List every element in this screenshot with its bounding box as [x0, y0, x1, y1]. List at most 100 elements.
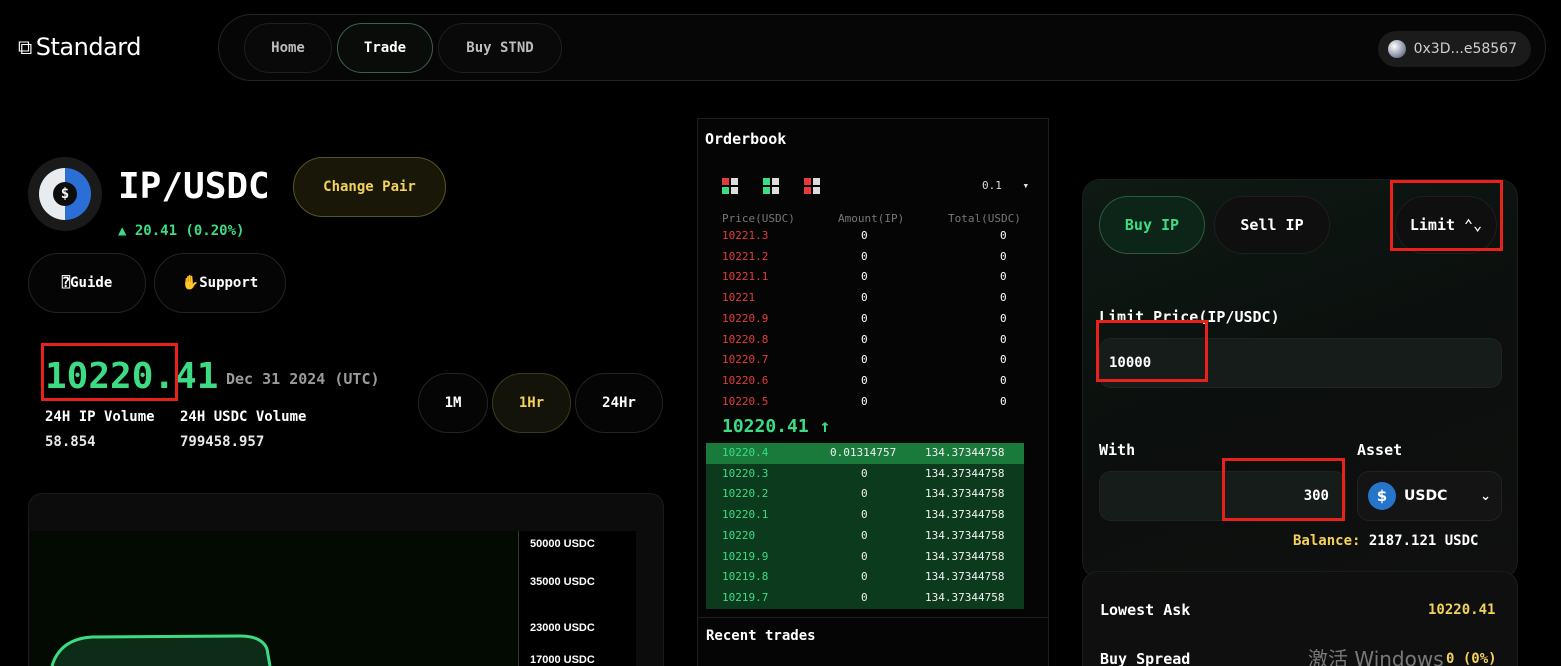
bid-amount: 0	[861, 590, 868, 604]
ask-row[interactable]: 10221.2 0 0	[706, 247, 1024, 268]
ask-row[interactable]: 10221.1 0 0	[706, 267, 1024, 288]
bid-row[interactable]: 10220.2 0 134.37344758	[706, 484, 1024, 506]
timeframe-1hr[interactable]: 1Hr	[492, 373, 571, 433]
with-amount-value: 300	[1303, 488, 1329, 504]
bid-price: 10219.7	[722, 590, 769, 604]
recent-trades-title: Recent trades	[706, 628, 816, 644]
price-chart-area[interactable]	[30, 531, 518, 666]
ask-amount: 0	[861, 353, 868, 367]
ask-amount: 0	[861, 394, 868, 408]
decimals-select[interactable]: 0.1 ▾	[982, 179, 1029, 192]
bid-total: 134.37344758	[925, 508, 1005, 522]
bid-row[interactable]: 10220 0 134.37344758	[706, 525, 1024, 547]
ask-row[interactable]: 10221.3 0 0	[706, 226, 1024, 247]
caret-down-icon: ▾	[1022, 179, 1030, 192]
chart-y-axis: 50000 USDC 35000 USDC 23000 USDC 17000 U…	[518, 531, 636, 666]
ask-amount: 0	[861, 311, 868, 325]
balance-row: Balance: 2187.121 USDC	[1293, 533, 1478, 549]
ask-amount: 0	[861, 270, 868, 284]
top-navbar: Home Trade Buy STND 0x3D...e58567	[218, 14, 1546, 81]
ask-price: 10220.9	[722, 311, 769, 325]
bid-price: 10220.4	[722, 446, 769, 459]
nav-trade[interactable]: Trade	[337, 23, 433, 73]
ask-price: 10221.3	[722, 229, 769, 242]
change-pair-button[interactable]: Change Pair	[293, 157, 446, 217]
bid-price: 10220.2	[722, 487, 769, 501]
bid-amount: 0.01314757	[830, 446, 897, 459]
price-date: Dec 31 2024 (UTC)	[226, 370, 380, 388]
ip-token-icon: $	[28, 157, 102, 231]
bid-row[interactable]: 10219.9 0 134.37344758	[706, 546, 1024, 568]
bid-total: 134.37344758	[925, 487, 1005, 501]
buy-tab[interactable]: Buy IP	[1099, 196, 1205, 254]
sell-tab[interactable]: Sell IP	[1214, 196, 1330, 254]
orderbook-title: Orderbook	[705, 130, 787, 148]
limit-price-value: 10000	[1109, 355, 1152, 371]
bid-total: 134.37344758	[925, 549, 1005, 563]
order-type-select[interactable]: Limit ⌃⌄	[1395, 196, 1497, 254]
bid-amount: 0	[861, 508, 868, 522]
guide-button[interactable]: ⍰Guide	[28, 253, 146, 313]
ask-row[interactable]: 10220.6 0 0	[706, 371, 1024, 392]
bid-price: 10219.8	[722, 570, 769, 584]
with-amount-input[interactable]: 300	[1099, 471, 1346, 521]
bid-total: 134.37344758	[925, 466, 1005, 480]
wallet-button[interactable]: 0x3D...e58567	[1377, 31, 1531, 67]
support-button[interactable]: ✋Support	[154, 253, 286, 313]
ask-price: 10220.5	[722, 394, 769, 408]
ask-row[interactable]: 10220.8 0 0	[706, 330, 1024, 351]
decimals-value: 0.1	[982, 179, 1002, 192]
ob-header-price: Price(USDC)	[722, 212, 795, 225]
price-line	[50, 634, 272, 666]
bid-total: 134.37344758	[925, 528, 1005, 542]
ask-total: 0	[1000, 291, 1007, 305]
buy-spread-label: Buy Spread	[1100, 650, 1191, 666]
ask-total: 0	[1000, 311, 1007, 325]
bid-amount: 0	[861, 487, 868, 501]
limit-price-input[interactable]: 10000	[1099, 338, 1502, 388]
bid-price: 10220.1	[722, 508, 769, 522]
bid-row[interactable]: 10220.1 0 134.37344758	[706, 505, 1024, 527]
bid-row[interactable]: 10219.7 0 134.37344758	[706, 587, 1024, 609]
ask-total: 0	[1000, 353, 1007, 367]
ask-row[interactable]: 10220.5 0 0	[706, 392, 1024, 413]
ask-row[interactable]: 10221 0 0	[706, 288, 1024, 309]
usdc-icon: $	[1368, 482, 1396, 510]
with-label: With	[1099, 441, 1136, 459]
ask-price: 10221.1	[722, 270, 769, 284]
vol-ip-label: 24H IP Volume	[45, 409, 155, 425]
bid-row[interactable]: 10220.4 0.01314757 134.37344758	[706, 443, 1024, 464]
timeframe-24hr[interactable]: 24Hr	[575, 373, 663, 433]
last-price: 10220.41 ↑	[722, 416, 831, 437]
windows-activation-watermark: 激活 Windows	[1308, 647, 1444, 666]
ask-price: 10220.7	[722, 353, 769, 367]
nav-buy-stnd[interactable]: Buy STND	[438, 23, 562, 73]
nav-home[interactable]: Home	[244, 23, 332, 73]
bid-price: 10220	[722, 528, 756, 542]
brand-logo[interactable]: ⧉ Standard	[18, 33, 141, 61]
ask-row[interactable]: 10220.7 0 0	[706, 350, 1024, 371]
balance-value: 2187.121 USDC	[1368, 533, 1479, 549]
bid-price: 10219.9	[722, 549, 769, 563]
ask-amount: 0	[861, 332, 868, 346]
wallet-avatar	[1387, 40, 1406, 58]
bid-amount: 0	[861, 570, 868, 584]
lowest-ask-value: 10220.41	[1428, 602, 1496, 618]
y-tick: 50000 USDC	[530, 538, 595, 550]
view-bids-icon[interactable]	[763, 178, 779, 194]
current-price: 10220.41	[45, 356, 219, 397]
pair-title: IP/USDC	[118, 166, 270, 207]
ask-amount: 0	[861, 291, 868, 305]
view-asks-icon[interactable]	[804, 178, 820, 194]
asset-select[interactable]: $ USDC ⌄	[1357, 471, 1502, 521]
ask-price: 10221	[722, 291, 756, 305]
bid-row[interactable]: 10219.8 0 134.37344758	[706, 567, 1024, 589]
bid-total: 134.37344758	[925, 590, 1005, 604]
view-both-icon[interactable]	[722, 178, 738, 194]
ask-total: 0	[1000, 332, 1007, 346]
bid-row[interactable]: 10220.3 0 134.37344758	[706, 463, 1024, 485]
y-tick: 35000 USDC	[530, 576, 595, 588]
ask-row[interactable]: 10220.9 0 0	[706, 309, 1024, 330]
timeframe-1m[interactable]: 1M	[418, 373, 488, 433]
ask-total: 0	[1000, 270, 1007, 284]
